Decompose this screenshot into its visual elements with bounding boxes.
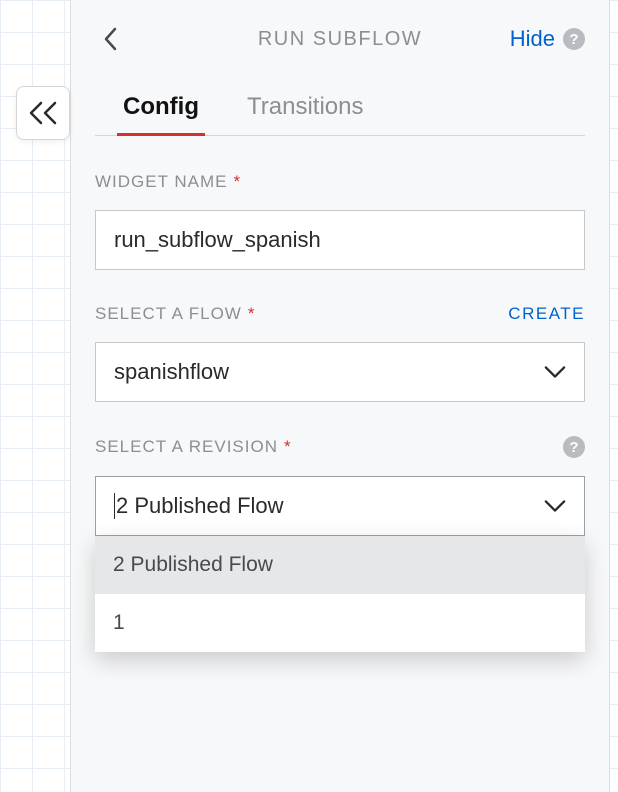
revision-option[interactable]: 2 Published Flow [95, 536, 585, 594]
widget-name-label: WIDGET NAME [95, 172, 228, 192]
tab-config[interactable]: Config [123, 93, 199, 135]
tab-transitions[interactable]: Transitions [247, 93, 363, 135]
panel-header: RUN SUBFLOW Hide ? [71, 0, 609, 78]
select-flow-value: spanishflow [114, 359, 229, 385]
required-star: * [234, 172, 241, 192]
help-icon[interactable]: ? [563, 28, 585, 50]
select-flow-dropdown[interactable]: spanishflow [95, 342, 585, 402]
chevron-down-icon [544, 361, 566, 383]
hide-link[interactable]: Hide [510, 26, 555, 52]
select-revision-dropdown[interactable]: 2 Published Flow [95, 476, 585, 536]
required-star: * [284, 437, 291, 457]
select-revision-label: SELECT A REVISION [95, 437, 278, 457]
widget-name-input[interactable] [95, 210, 585, 270]
select-revision-value: 2 Published Flow [116, 493, 284, 519]
create-flow-link[interactable]: CREATE [508, 304, 585, 324]
revision-options-list: 2 Published Flow 1 [95, 536, 585, 652]
revision-option[interactable]: 1 [95, 594, 585, 652]
field-select-revision: SELECT A REVISION * ? 2 Published Flow 2… [95, 436, 585, 536]
config-panel: RUN SUBFLOW Hide ? Config Transitions WI… [70, 0, 610, 792]
collapse-panel-button[interactable] [16, 86, 70, 140]
tabs: Config Transitions [95, 78, 585, 136]
field-select-flow: SELECT A FLOW * CREATE spanishflow [95, 304, 585, 402]
chevron-left-icon [103, 27, 119, 51]
double-chevron-left-icon [27, 101, 59, 125]
back-button[interactable] [95, 23, 127, 55]
chevron-down-icon [544, 495, 566, 517]
text-cursor [114, 493, 115, 519]
revision-help-icon[interactable]: ? [563, 436, 585, 458]
required-star: * [248, 304, 255, 324]
field-widget-name: WIDGET NAME * [95, 172, 585, 270]
select-flow-label: SELECT A FLOW [95, 304, 242, 324]
form-body: WIDGET NAME * SELECT A FLOW * CREATE spa… [71, 136, 609, 536]
